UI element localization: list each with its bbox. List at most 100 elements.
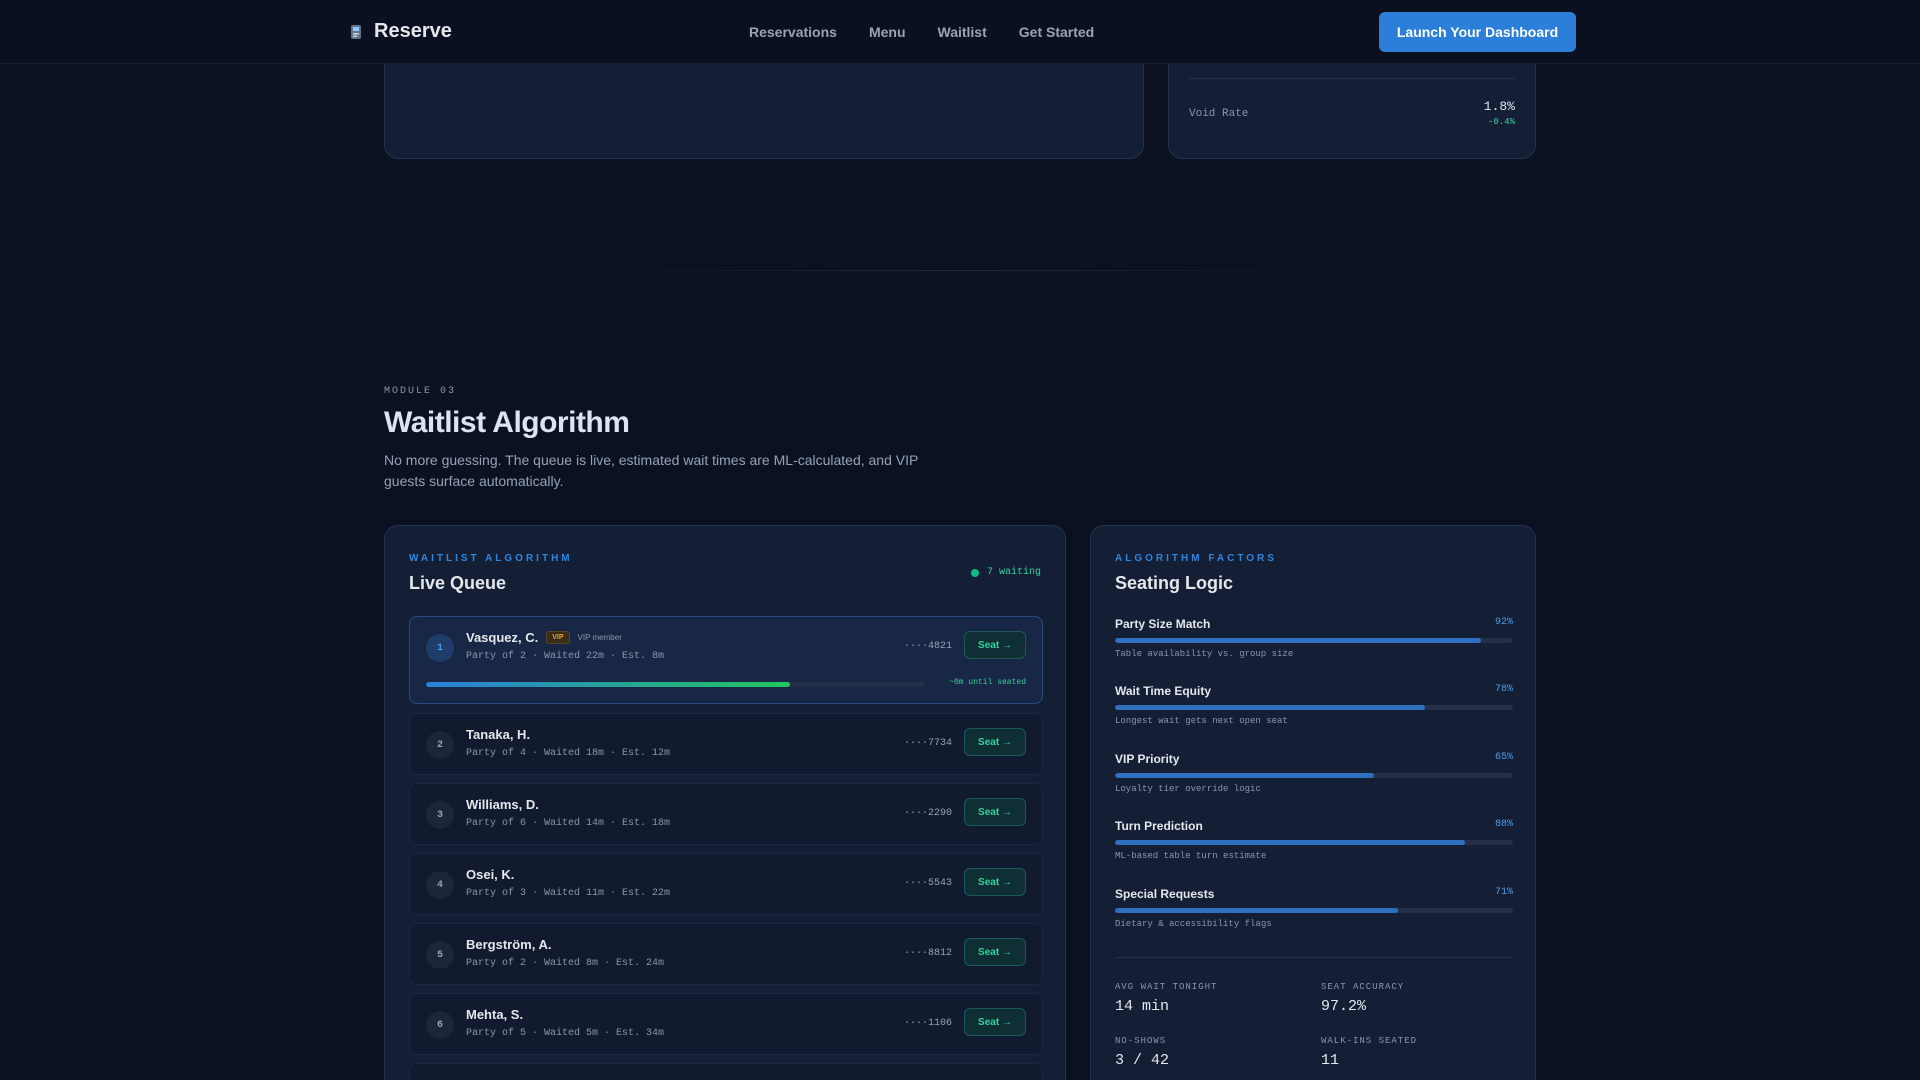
factor-bar bbox=[1115, 638, 1513, 643]
factor-bar bbox=[1115, 908, 1513, 913]
stat-walk-ins: WALK-INS SEATED 11 bbox=[1321, 1036, 1501, 1069]
guest-name: Williams, D. bbox=[466, 797, 539, 812]
factor-percent: 78% bbox=[1494, 684, 1513, 695]
seat-button[interactable]: Seat → bbox=[964, 728, 1026, 756]
nav-link-reservations[interactable]: Reservations bbox=[749, 24, 837, 40]
guest-meta: Party of 2 · Waited 22m · Est. 8m bbox=[466, 651, 665, 662]
factor-special-requests: Special Requests 71% Dietary & accessibi… bbox=[1115, 887, 1513, 929]
waiting-badge: 7 waiting bbox=[970, 567, 1041, 578]
factor-description: Dietary & accessibility flags bbox=[1115, 919, 1272, 929]
top-navbar: Reserve Reservations Menu Waitlist Get S… bbox=[0, 0, 1920, 64]
queue-row[interactable]: 4 Osei, K. Party of 3 · Waited 11m · Est… bbox=[409, 853, 1043, 915]
queue-position: 6 bbox=[426, 1011, 454, 1039]
guest-meta: Party of 5 · Waited 5m · Est. 34m bbox=[466, 1028, 665, 1039]
stat-value: 3 / 42 bbox=[1115, 1052, 1170, 1069]
queue-eyebrow: WAITLIST ALGORITHM bbox=[409, 553, 573, 564]
factor-name: Wait Time Equity bbox=[1115, 684, 1212, 698]
factor-bar-fill bbox=[1115, 638, 1482, 643]
stat-value: 11 bbox=[1321, 1052, 1340, 1069]
factor-bar-fill bbox=[1115, 773, 1374, 778]
guest-phone: ····1106 bbox=[903, 1018, 952, 1029]
stat-label: NO-SHOWS bbox=[1115, 1036, 1167, 1046]
factor-description: Loyalty tier override logic bbox=[1115, 784, 1261, 794]
tablet-icon bbox=[350, 24, 362, 40]
factor-bar bbox=[1115, 705, 1513, 710]
guest-meta: Party of 4 · Waited 18m · Est. 12m bbox=[466, 748, 671, 759]
guest-meta: Party of 6 · Waited 14m · Est. 18m bbox=[466, 818, 671, 829]
guest-name: Vasquez, C. bbox=[466, 630, 539, 645]
factor-name: Special Requests bbox=[1115, 887, 1215, 901]
logic-eyebrow: ALGORITHM FACTORS bbox=[1115, 553, 1277, 564]
queue-row[interactable]: 1 Vasquez, C. VIP VIP member Party of 2 … bbox=[409, 616, 1043, 704]
guest-name: Mehta, S. bbox=[466, 1007, 524, 1022]
nav-link-menu[interactable]: Menu bbox=[869, 24, 906, 40]
queue-position: 2 bbox=[426, 731, 454, 759]
guest-phone: ····5543 bbox=[903, 878, 952, 889]
guest-phone: ····2290 bbox=[903, 808, 952, 819]
guest-phone: ····4821 bbox=[903, 641, 952, 652]
factor-name: Turn Prediction bbox=[1115, 819, 1203, 833]
void-rate-delta: -0.4% bbox=[1487, 117, 1515, 127]
stat-avg-wait: AVG WAIT TONIGHT 14 min bbox=[1115, 982, 1295, 1015]
factor-bar bbox=[1115, 840, 1513, 845]
factor-bar bbox=[1115, 773, 1513, 778]
queue-row[interactable]: 5 Bergström, A. Party of 2 · Waited 8m ·… bbox=[409, 923, 1043, 985]
factor-name: VIP Priority bbox=[1115, 752, 1180, 766]
nav-link-get-started[interactable]: Get Started bbox=[1019, 24, 1094, 40]
guest-name-line: Vasquez, C. VIP VIP member bbox=[466, 630, 622, 645]
void-rate-label: Void Rate bbox=[1189, 108, 1249, 120]
queue-row[interactable]: 3 Williams, D. Party of 6 · Waited 14m ·… bbox=[409, 783, 1043, 845]
guest-phone: ····7734 bbox=[903, 738, 952, 749]
factor-bar-fill bbox=[1115, 840, 1466, 845]
queue-position: 1 bbox=[426, 634, 454, 662]
vip-member-note: VIP member bbox=[577, 633, 622, 642]
factor-percent: 71% bbox=[1494, 887, 1513, 898]
factor-party-size: Party Size Match 92% Table availability … bbox=[1115, 617, 1513, 659]
nav-links: Reservations Menu Waitlist Get Started bbox=[749, 24, 1094, 40]
logic-divider bbox=[1115, 957, 1511, 958]
factor-wait-time: Wait Time Equity 78% Longest wait gets n… bbox=[1115, 684, 1513, 726]
queue-position: 3 bbox=[426, 801, 454, 829]
seating-progress-note: ~0m until seated bbox=[949, 678, 1026, 687]
seating-logic-card: ALGORITHM FACTORS Seating Logic Party Si… bbox=[1090, 525, 1536, 1080]
void-rate-value: 1.8% bbox=[1483, 99, 1515, 114]
logic-title: Seating Logic bbox=[1115, 573, 1234, 593]
section-divider bbox=[560, 270, 1360, 271]
vip-badge: VIP bbox=[546, 631, 570, 644]
stat-seat-accuracy: SEAT ACCURACY 97.2% bbox=[1321, 982, 1501, 1015]
guest-phone: ····8812 bbox=[903, 948, 952, 959]
module-label: MODULE 03 bbox=[384, 386, 457, 397]
seat-button[interactable]: Seat → bbox=[964, 868, 1026, 896]
stat-value: 97.2% bbox=[1321, 998, 1367, 1015]
stat-value: 14 min bbox=[1115, 998, 1170, 1015]
seat-button[interactable]: Seat → bbox=[964, 798, 1026, 826]
seat-button[interactable]: Seat → bbox=[964, 631, 1026, 659]
guest-name: Osei, K. bbox=[466, 867, 515, 882]
guest-name: Tanaka, H. bbox=[466, 727, 531, 742]
factor-turn-prediction: Turn Prediction 88% ML-based table turn … bbox=[1115, 819, 1513, 861]
queue-row[interactable] bbox=[409, 1063, 1043, 1080]
seat-button[interactable]: Seat → bbox=[964, 1008, 1026, 1036]
section-title: Waitlist Algorithm bbox=[384, 406, 630, 439]
seat-button[interactable]: Seat → bbox=[964, 938, 1026, 966]
brand[interactable]: Reserve bbox=[350, 20, 452, 43]
queue-row[interactable]: 6 Mehta, S. Party of 5 · Waited 5m · Est… bbox=[409, 993, 1043, 1055]
nav-link-waitlist[interactable]: Waitlist bbox=[938, 24, 987, 40]
queue-position: 4 bbox=[426, 871, 454, 899]
queue-row[interactable]: 2 Tanaka, H. Party of 4 · Waited 18m · E… bbox=[409, 713, 1043, 775]
factor-description: Longest wait gets next open seat bbox=[1115, 716, 1288, 726]
launch-dashboard-button[interactable]: Launch Your Dashboard bbox=[1379, 12, 1576, 52]
stat-no-shows: NO-SHOWS 3 / 42 bbox=[1115, 1036, 1295, 1069]
guest-meta: Party of 3 · Waited 11m · Est. 22m bbox=[466, 888, 671, 899]
live-queue-card: WAITLIST ALGORITHM Live Queue 7 waiting … bbox=[384, 525, 1066, 1080]
guest-name: Bergström, A. bbox=[466, 937, 552, 952]
live-dot-icon bbox=[970, 568, 979, 577]
waiting-count: 7 waiting bbox=[986, 567, 1041, 578]
brand-name: Reserve bbox=[374, 20, 452, 42]
factor-name: Party Size Match bbox=[1115, 617, 1211, 631]
factor-bar-fill bbox=[1115, 705, 1426, 710]
factor-vip-priority: VIP Priority 65% Loyalty tier override l… bbox=[1115, 752, 1513, 794]
stat-label: SEAT ACCURACY bbox=[1321, 982, 1405, 992]
seating-progress-fill bbox=[426, 682, 790, 687]
stat-label: WALK-INS SEATED bbox=[1321, 1036, 1418, 1046]
